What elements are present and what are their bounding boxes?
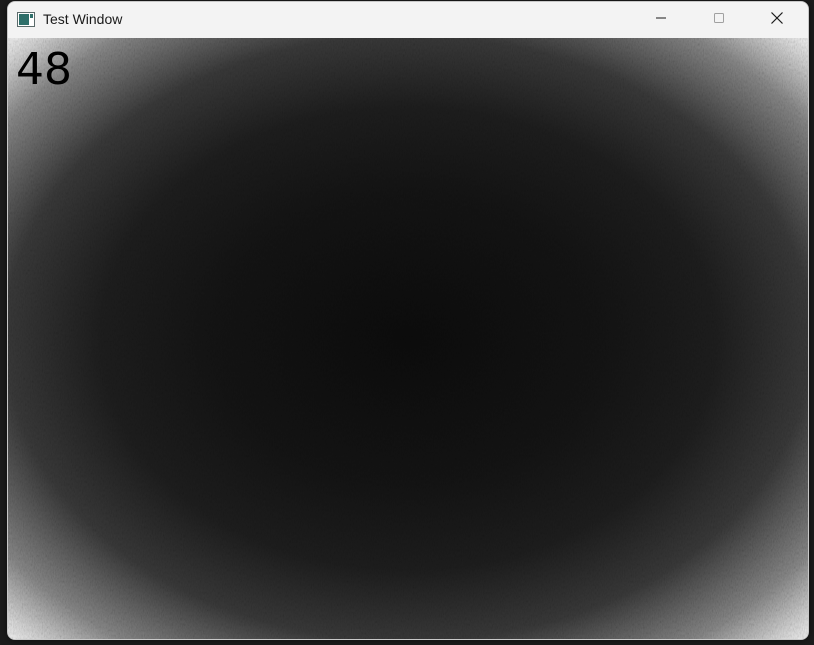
close-icon — [770, 11, 784, 30]
title-bar[interactable]: Test Window — [8, 2, 808, 38]
minimize-button[interactable] — [632, 2, 690, 38]
frame-counter: 48 — [16, 44, 72, 95]
window-title: Test Window — [43, 11, 123, 27]
line-noise-texture — [8, 38, 808, 639]
app-window-icon — [17, 12, 35, 27]
close-button[interactable] — [748, 2, 806, 38]
maximize-icon — [713, 11, 725, 29]
minimize-icon — [655, 11, 667, 29]
app-window: Test Window 48 — [7, 1, 809, 640]
maximize-button[interactable] — [690, 2, 748, 38]
render-canvas[interactable]: 48 — [8, 38, 808, 639]
